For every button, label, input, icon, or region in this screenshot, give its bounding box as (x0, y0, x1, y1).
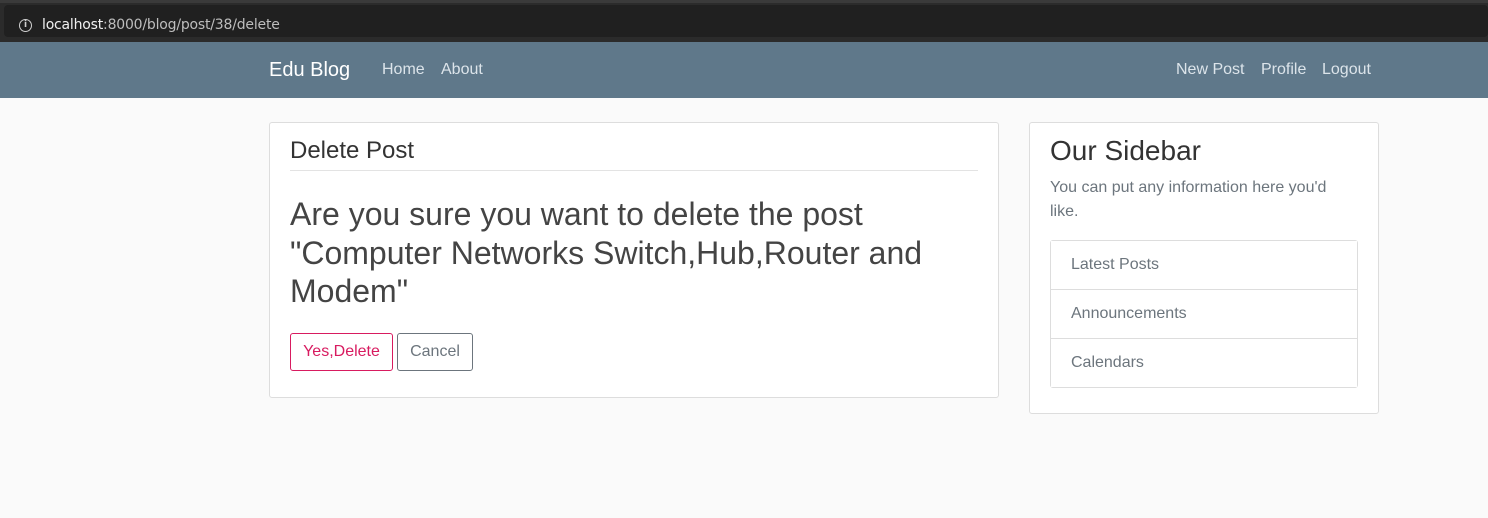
brand-link[interactable]: Edu Blog (269, 59, 350, 82)
url-text[interactable]: localhost:8000/blog/post/38/delete (42, 17, 280, 33)
delete-post-card: Delete Post Are you sure you want to del… (269, 122, 999, 398)
top-navbar: Edu Blog Home About New Post Profile Log… (0, 42, 1488, 98)
sidebar-description: You can put any information here you'd l… (1050, 179, 1327, 220)
confirm-delete-button[interactable]: Yes,Delete (290, 333, 393, 371)
sidebar-list: Latest Posts Announcements Calendars (1050, 240, 1358, 388)
sidebar-item-latest-posts[interactable]: Latest Posts (1051, 241, 1357, 290)
browser-toolbar: i localhost:8000/blog/post/38/delete (0, 0, 1488, 42)
address-bar[interactable]: i localhost:8000/blog/post/38/delete (4, 5, 1488, 37)
sidebar: Our Sidebar You can put any information … (1029, 122, 1379, 414)
info-icon[interactable]: i (19, 19, 32, 32)
nav-new-post-link[interactable]: New Post (1176, 61, 1244, 79)
sidebar-item-calendars[interactable]: Calendars (1051, 339, 1357, 387)
cancel-button[interactable]: Cancel (397, 333, 473, 371)
nav-about-link[interactable]: About (441, 61, 483, 79)
sidebar-item-announcements[interactable]: Announcements (1051, 290, 1357, 339)
nav-home-link[interactable]: Home (382, 61, 425, 79)
sidebar-title: Our Sidebar (1050, 135, 1201, 166)
url-host: localhost (42, 17, 104, 33)
title-divider (290, 170, 978, 171)
nav-profile-link[interactable]: Profile (1261, 61, 1306, 79)
url-path: :8000/blog/post/38/delete (103, 17, 280, 33)
delete-confirmation-text: Are you sure you want to delete the post… (290, 196, 923, 309)
nav-logout-link[interactable]: Logout (1322, 61, 1371, 79)
card-title: Delete Post (290, 137, 415, 164)
